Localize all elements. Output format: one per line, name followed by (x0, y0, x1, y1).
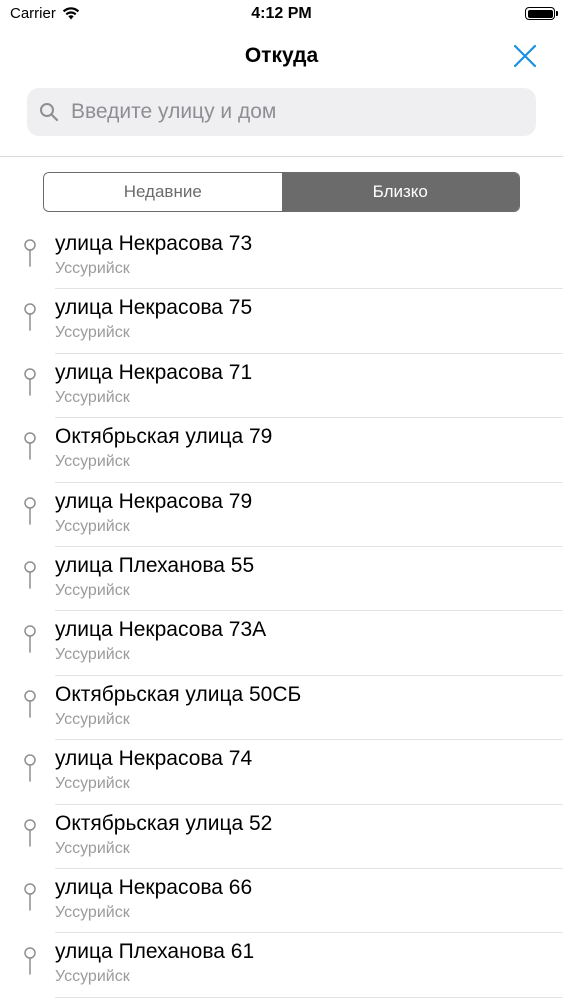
location-pin-icon (24, 496, 36, 525)
list-item[interactable]: Октябрьская улица 79 Уссурийск (0, 418, 563, 483)
address-city: Уссурийск (55, 453, 130, 471)
list-item[interactable]: улица Плеханова 55 Уссурийск (0, 547, 563, 612)
address-city: Уссурийск (55, 775, 130, 793)
battery-icon (525, 7, 558, 20)
list-item[interactable]: улица Некрасова 75 Уссурийск (0, 289, 563, 354)
page-title: Откуда (244, 44, 319, 67)
search-icon (40, 103, 59, 122)
list-item[interactable]: улица Некрасова 73 Уссурийск (0, 225, 563, 290)
address-city: Уссурийск (55, 517, 130, 535)
address-title: улица Некрасова 66 (55, 875, 253, 899)
location-pin-icon (24, 883, 36, 911)
location-pin-icon (24, 432, 36, 460)
address-title: улица Некрасова 71 (55, 360, 253, 384)
address-city: Уссурийск (55, 710, 130, 728)
location-pin-icon (24, 239, 36, 267)
list-item[interactable]: улица Некрасова 71 Уссурийск (0, 354, 563, 419)
status-time: 4:12 PM (251, 5, 312, 22)
list-item[interactable]: улица Некрасова 79 Уссурийск (0, 483, 563, 547)
address-title: Октябрьская улица 79 (55, 425, 273, 449)
address-city: Уссурийск (55, 581, 130, 599)
segment-recent[interactable]: Недавние (44, 173, 282, 211)
status-bar: Carrier 4:12 PM (0, 0, 563, 30)
search-input[interactable] (69, 99, 513, 125)
location-pin-icon (24, 303, 36, 332)
location-pin-icon (24, 625, 36, 654)
list-item[interactable]: улица Плеханова 61 Уссурийск (0, 933, 563, 998)
address-city: Уссурийск (55, 388, 130, 406)
address-title: улица Некрасова 79 (55, 489, 253, 513)
address-title: улица Некрасова 74 (55, 747, 253, 771)
list-item[interactable]: улица Некрасова 73А Уссурийск (0, 611, 563, 676)
list-item[interactable]: Октябрьская улица 50СБ Уссурийск (0, 676, 563, 741)
close-button[interactable] (513, 44, 537, 68)
location-pin-icon (24, 689, 36, 718)
row-divider (55, 996, 563, 998)
address-city: Уссурийск (55, 839, 130, 857)
address-title: улица Плеханова 55 (55, 553, 255, 577)
search-bar[interactable] (27, 88, 536, 136)
list-item[interactable]: улица Некрасова 66 Уссурийск (0, 869, 563, 934)
address-title: Октябрьская улица 50СБ (55, 682, 302, 706)
list-item[interactable]: Октябрьская улица 52 Уссурийск (0, 805, 563, 869)
battery-level (527, 9, 553, 18)
address-city: Уссурийск (55, 646, 130, 664)
address-title: улица Некрасова 73 (55, 232, 253, 255)
location-pin-icon (24, 754, 36, 782)
list-item[interactable]: улица Некрасова 74 Уссурийск (0, 740, 563, 805)
location-pin-icon (24, 368, 36, 396)
segmented-control: Недавние Близко (43, 172, 520, 212)
address-city: Уссурийск (55, 968, 130, 986)
address-city: Уссурийск (55, 324, 130, 342)
segment-nearby[interactable]: Близко (281, 173, 519, 211)
header-divider (0, 156, 563, 157)
address-title: улица Плеханова 61 (55, 940, 255, 964)
address-title: улица Некрасова 73А (55, 618, 267, 642)
close-icon (513, 44, 537, 68)
location-pin-icon (24, 947, 36, 976)
location-pin-icon (24, 561, 36, 589)
address-city: Уссурийск (55, 903, 130, 921)
address-title: улица Некрасова 75 (55, 296, 253, 320)
location-pin-icon (24, 818, 36, 847)
address-title: Октябрьская улица 52 (55, 811, 273, 835)
address-list: улица Некрасова 73 Уссурийск улица Некра… (0, 225, 563, 998)
address-city: Уссурийск (55, 260, 130, 277)
